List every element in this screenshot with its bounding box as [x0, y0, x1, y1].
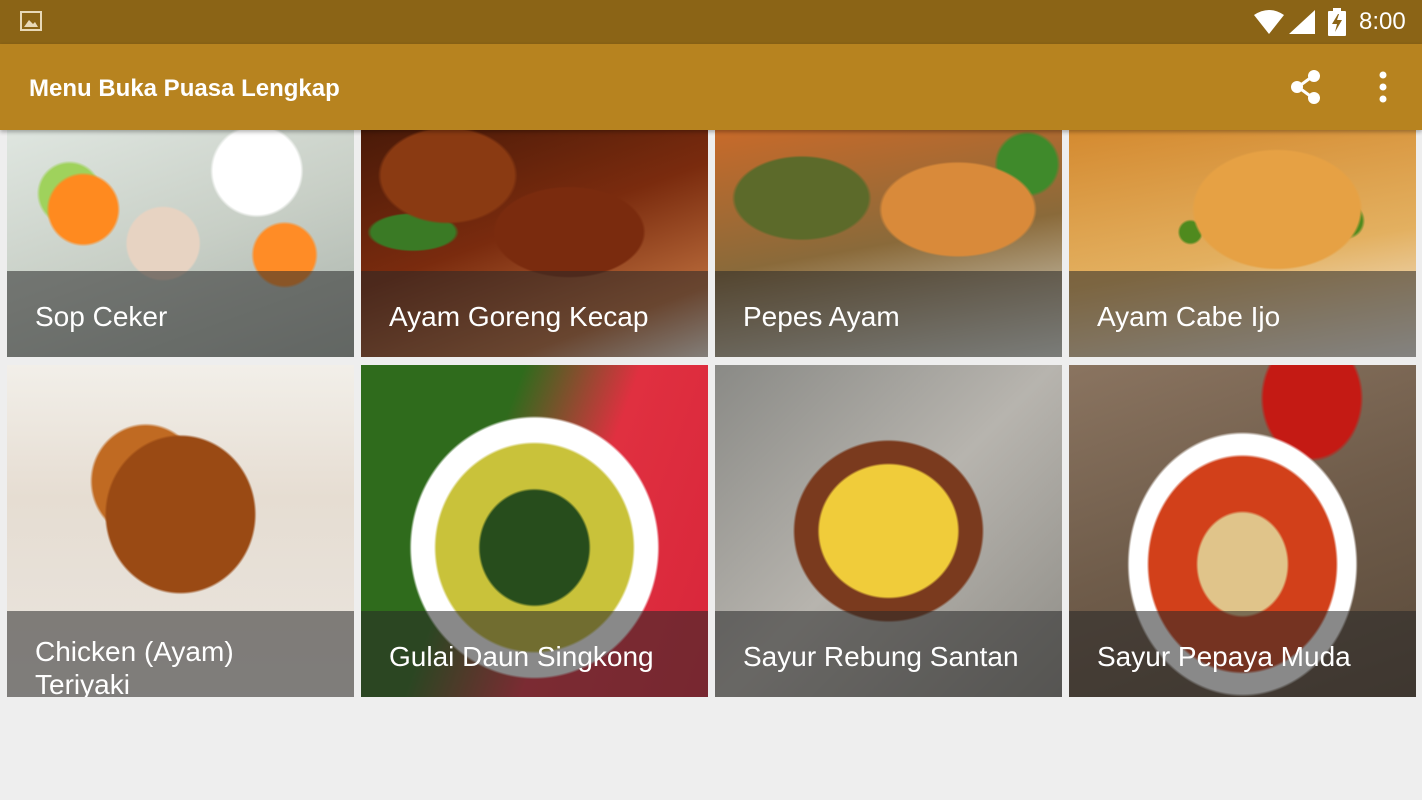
menu-tile-gulai-daun-singkong[interactable]: Gulai Daun Singkong: [361, 365, 708, 697]
status-bar: 8:00: [0, 0, 1422, 44]
menu-grid: Sop Ceker Ayam Goreng Kecap Pepes Ayam A…: [0, 130, 1422, 697]
more-vert-icon[interactable]: [1362, 66, 1404, 108]
menu-tile-title: Sop Ceker: [35, 301, 168, 332]
menu-tile-ayam-goreng-kecap[interactable]: Ayam Goreng Kecap: [361, 130, 708, 357]
menu-tile-title: Sayur Rebung Santan: [743, 641, 1019, 672]
menu-tile-sop-ceker[interactable]: Sop Ceker: [7, 130, 354, 357]
menu-tile-sayur-rebung-santan[interactable]: Sayur Rebung Santan: [715, 365, 1062, 697]
app-bar: Menu Buka Puasa Lengkap: [0, 44, 1422, 130]
empty-area: [0, 697, 1422, 800]
menu-tile-title: Gulai Daun Singkong: [389, 641, 654, 672]
menu-tile-title: Pepes Ayam: [743, 301, 900, 332]
menu-tile-title: Ayam Goreng Kecap: [389, 301, 649, 332]
menu-tile-title: Chicken (Ayam) Teriyaki: [35, 636, 234, 697]
menu-tile-title: Sayur Pepaya Muda: [1097, 641, 1351, 672]
app-title: Menu Buka Puasa Lengkap: [29, 75, 340, 102]
menu-tile-chicken-teriyaki[interactable]: Chicken (Ayam) Teriyaki: [7, 365, 354, 697]
status-clock: 8:00: [1359, 8, 1406, 35]
menu-tile-sayur-pepaya-muda[interactable]: Sayur Pepaya Muda: [1069, 365, 1416, 697]
battery-charging-icon: [1328, 8, 1346, 36]
signal-icon: [1289, 10, 1315, 34]
gallery-icon: [20, 11, 42, 31]
wifi-icon: [1254, 10, 1284, 34]
menu-tile-ayam-cabe-ijo[interactable]: Ayam Cabe Ijo: [1069, 130, 1416, 357]
share-icon[interactable]: [1286, 66, 1328, 108]
menu-tile-title: Ayam Cabe Ijo: [1097, 301, 1281, 332]
menu-tile-pepes-ayam[interactable]: Pepes Ayam: [715, 130, 1062, 357]
